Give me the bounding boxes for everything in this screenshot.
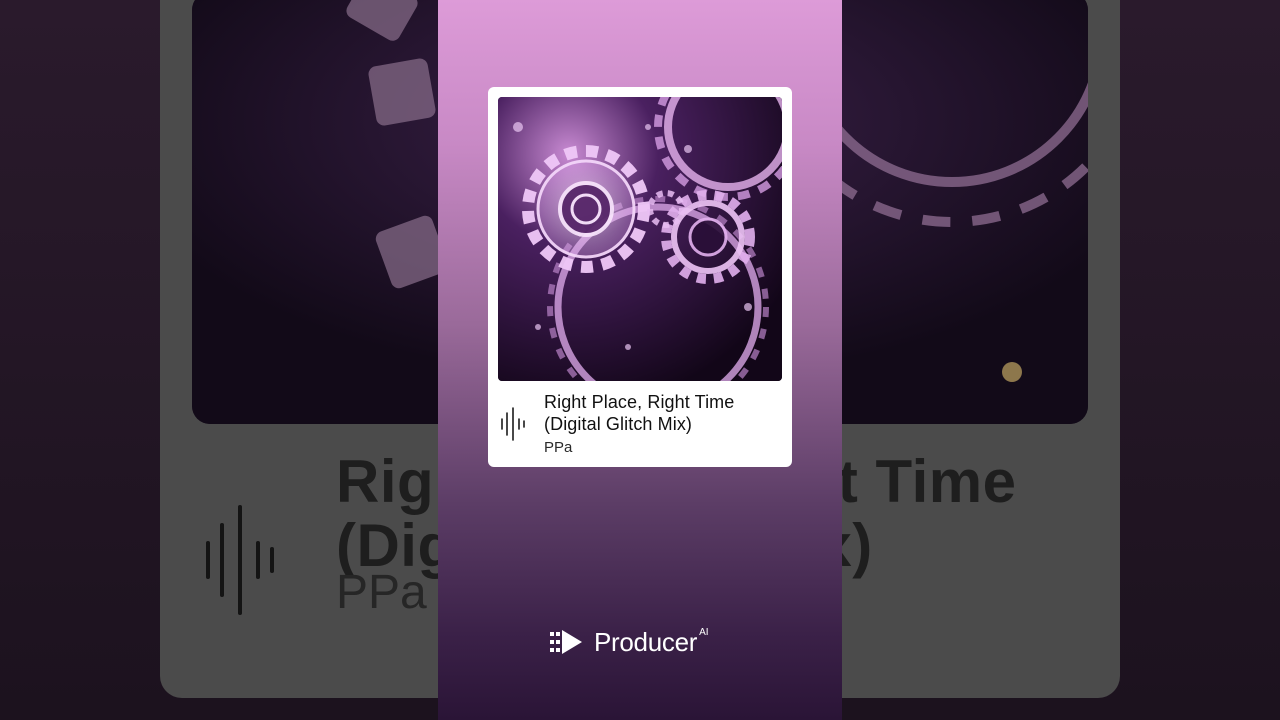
track-info: Right Place, Right Time (Digital Glitch … xyxy=(498,381,782,467)
brand-superscript: AI xyxy=(699,626,709,638)
waveform-icon xyxy=(501,407,525,441)
track-title: Right Place, Right Time (Digital Glitch … xyxy=(544,392,735,434)
play-stack-icon xyxy=(550,630,582,654)
short-video-panel: Right Place, Right Time (Digital Glitch … xyxy=(438,0,842,720)
brand-name: Producer xyxy=(594,626,698,657)
gears-artwork-image xyxy=(498,97,782,381)
producer-ai-brand: Producer AI xyxy=(550,624,709,660)
track-artist: PPa xyxy=(544,439,573,456)
background-artist: PPa xyxy=(336,566,427,619)
album-artwork xyxy=(498,97,782,381)
track-card[interactable]: Right Place, Right Time (Digital Glitch … xyxy=(488,87,792,467)
background-waveform-icon xyxy=(206,505,274,615)
